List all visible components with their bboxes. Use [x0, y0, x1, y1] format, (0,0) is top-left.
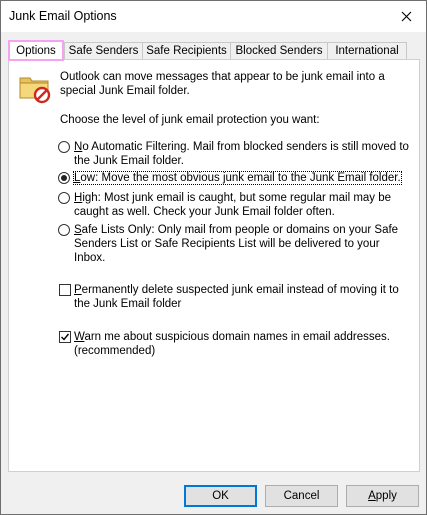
tab-international[interactable]: International [327, 42, 407, 59]
checkmark-icon [61, 333, 70, 341]
checkbox-checked[interactable] [59, 331, 71, 343]
tab-options[interactable]: Options [8, 40, 64, 61]
title-bar: Junk Email Options [1, 1, 426, 32]
options-panel: Outlook can move messages that appear to… [8, 59, 420, 472]
tab-blocked-senders[interactable]: Blocked Senders [230, 42, 328, 59]
radio-button[interactable] [58, 141, 70, 153]
radio-label: Safe Lists Only: Only mail from people o… [74, 224, 399, 264]
tab-strip: Options Safe Senders Safe Recipients Blo… [8, 40, 420, 61]
cancel-button[interactable]: Cancel [265, 485, 338, 507]
intro-text: Outlook can move messages that appear to… [60, 71, 385, 97]
ok-button[interactable]: OK [184, 485, 257, 507]
checkbox[interactable] [59, 284, 71, 296]
checkbox-label: Warn me about suspicious domain names in… [74, 331, 390, 357]
tab-safe-senders[interactable]: Safe Senders [64, 42, 143, 59]
radio-button[interactable] [58, 192, 70, 204]
radio-label: Low: Move the most obvious junk email to… [73, 171, 402, 185]
protection-level-heading: Choose the level of junk email protectio… [60, 114, 320, 126]
radio-label: High: Most junk email is caught, but som… [74, 192, 392, 218]
close-icon [401, 11, 411, 21]
apply-button[interactable]: Apply [346, 485, 419, 507]
tab-safe-recipients[interactable]: Safe Recipients [142, 42, 231, 59]
radio-button[interactable] [58, 224, 70, 236]
junk-email-options-dialog: Junk Email Options Options Safe Senders … [0, 0, 427, 515]
checkbox-label: Permanently delete suspected junk email … [74, 284, 399, 310]
close-button[interactable] [392, 4, 420, 28]
radio-label: No Automatic Filtering. Mail from blocke… [74, 141, 409, 167]
junk-folder-icon [19, 77, 51, 104]
window-title: Junk Email Options [9, 9, 117, 23]
radio-button-selected[interactable] [58, 172, 70, 184]
